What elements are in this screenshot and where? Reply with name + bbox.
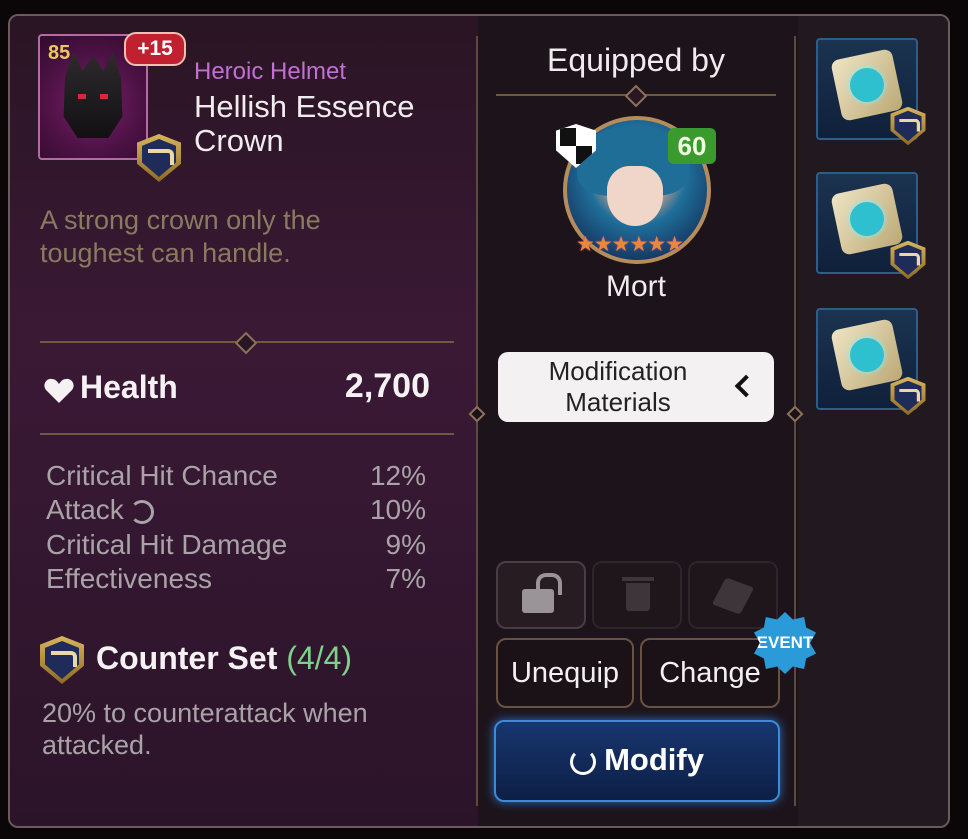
set-name: Counter Set (4/4): [96, 640, 353, 676]
hero-name: Mort: [606, 270, 666, 303]
sub-stat-row: Attack 10%: [46, 494, 426, 528]
sell-button[interactable]: [592, 561, 682, 629]
sub-stat-name: Critical Hit Damage: [46, 529, 288, 560]
reforge-dice-button[interactable]: [688, 561, 778, 629]
sub-stat-row: Effectiveness 7%: [46, 563, 426, 597]
set-count: (4/4): [286, 640, 353, 676]
hero-stars: ★★★★★★: [576, 233, 684, 256]
chevron-left-icon: [734, 374, 758, 398]
modify-label: Modify: [604, 742, 704, 777]
reforge-icon: [129, 499, 154, 524]
artifact-stone-icon: [830, 318, 904, 392]
sub-stat-row: Critical Hit Chance 12%: [46, 460, 426, 494]
modification-materials-button[interactable]: Modification Materials: [498, 352, 774, 422]
enhance-level-badge: +15: [124, 32, 186, 66]
modification-materials-label: Modification Materials: [548, 356, 688, 417]
artifact-stone-icon: [830, 48, 904, 122]
divider: [40, 433, 454, 435]
sub-stat-name: Attack: [46, 494, 124, 525]
dice-icon: [711, 577, 755, 615]
sub-stat-value: 10%: [369, 494, 426, 525]
item-description: A strong crown only the toughest can han…: [40, 205, 321, 268]
heart-icon: [44, 378, 74, 403]
sub-stat-name: Critical Hit Chance: [46, 460, 278, 491]
sub-stat-name: Effectiveness: [46, 563, 213, 594]
artifact-stone-icon: [830, 182, 904, 256]
equipped-by-title: Equipped by: [547, 42, 725, 78]
unequip-button[interactable]: Unequip: [496, 638, 634, 708]
hero-level-badge: 60: [668, 128, 716, 164]
item-type: Heroic Helmet: [194, 58, 347, 85]
modify-icon: [570, 748, 597, 775]
main-stat-label: Health: [80, 369, 178, 405]
modify-button[interactable]: Modify: [494, 720, 780, 802]
item-level: 85: [48, 42, 71, 64]
item-name: Hellish Essence Crown: [194, 89, 415, 158]
main-stat-value: 2,700: [344, 367, 430, 405]
sub-stat-value: 9%: [385, 529, 426, 560]
lock-button[interactable]: [496, 561, 586, 629]
sub-stat-row: Critical Hit Damage 9%: [46, 529, 426, 563]
sub-stat-value: 12%: [369, 460, 426, 491]
sub-stat-value: 7%: [385, 563, 426, 594]
set-description: 20% to counterattack when attacked.: [42, 698, 368, 760]
trash-icon: [622, 577, 654, 581]
